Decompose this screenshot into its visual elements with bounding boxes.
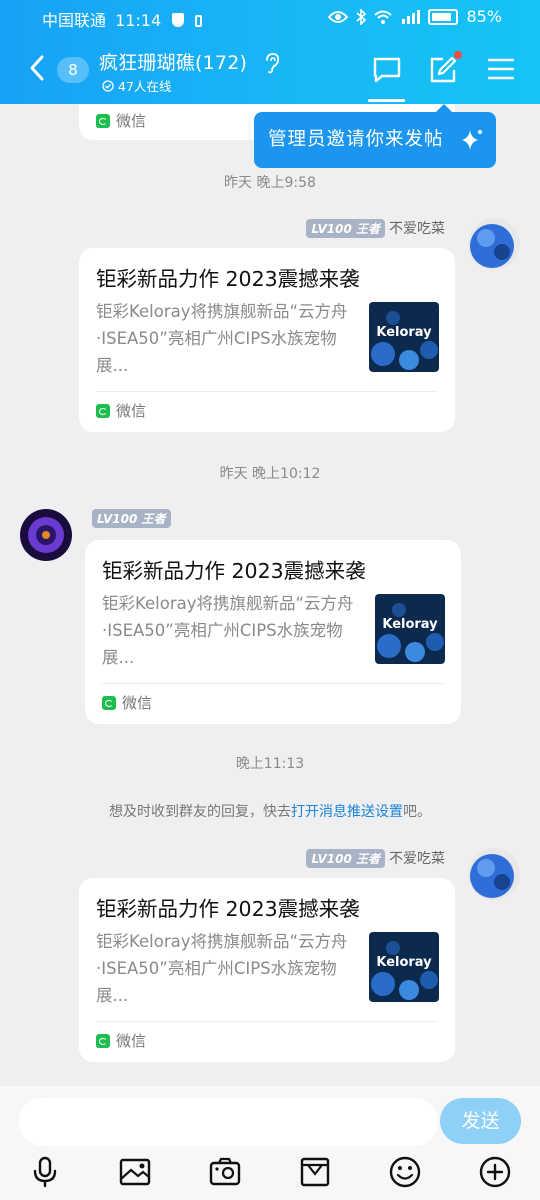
check-circle-icon [102,79,114,92]
sender-info: LV100 王者 [92,509,175,528]
wechat-icon [96,403,110,418]
battery-percent: 85% [466,7,502,26]
card-thumbnail: Keloray [369,932,439,1002]
level-badge: LV100 王者 [306,218,385,238]
new-post-dot [454,51,462,59]
link-card[interactable]: 钜彩新品力作 2023震撼来袭 钜彩Keloray将携旗舰新品“云方舟·ISEA… [79,878,455,1062]
level-badge: LV100 王者 [306,848,385,868]
group-title[interactable]: 疯狂珊瑚礁(172) [99,48,247,75]
card-divider [96,391,438,392]
battery-icon [428,8,459,25]
menu-icon[interactable] [488,56,514,82]
mailbox-icon[interactable] [298,1155,332,1189]
carrier: 中国联通 [42,11,107,30]
input-bar: 发送 [0,1086,540,1200]
wechat-icon [96,1033,110,1048]
link-card[interactable]: 钜彩新品力作 2023震撼来袭 钜彩Keloray将携旗舰新品“云方舟·ISEA… [79,248,455,432]
clock: 11:14 [115,11,162,30]
card-title: 钜彩新品力作 2023震撼来袭 [96,897,360,921]
emoji-icon[interactable] [388,1155,422,1189]
ear-icon[interactable] [262,52,282,74]
card-title: 钜彩新品力作 2023震撼来袭 [102,559,366,583]
status-left: 中国联通 11:14 [42,7,203,31]
unread-count-badge[interactable]: 8 [57,57,89,83]
card-source: 微信 [96,110,146,131]
edit-post-icon[interactable] [429,56,459,84]
status-bar: 中国联通 11:14 85% [0,7,540,31]
timestamp: 昨天 晚上10:12 [219,466,321,482]
bluetooth-icon [356,8,367,25]
chat-header: 中国联通 11:14 85% 8 疯狂珊瑚礁(172) 47人在线 [0,0,540,104]
sender-info: LV100 王者 不爱吃菜 [306,848,445,868]
source-label: 微信 [116,402,147,420]
timestamp: 昨天 晚上9:58 [224,175,316,191]
send-button[interactable]: 发送 [440,1098,521,1144]
plus-icon[interactable] [478,1155,512,1189]
avatar[interactable] [468,218,520,270]
svg-text:Keloray: Keloray [382,617,438,632]
card-description: 钜彩Keloray将携旗舰新品“云方舟·ISEA50”亮相广州CIPS水族宠物展… [96,932,348,1005]
sender-info: LV100 王者 不爱吃菜 [306,218,445,238]
card-thumbnail: Keloray [375,594,445,664]
card-divider [96,1021,438,1022]
nav-bar: 8 疯狂珊瑚礁(172) 47人在线 [0,40,540,96]
source-label: 微信 [116,1032,147,1050]
admin-invite-tooltip[interactable]: 管理员邀请你来发帖 [254,104,496,168]
lock-icon [195,15,203,27]
wechat-icon [96,113,110,128]
card-thumbnail: Keloray [369,302,439,372]
source-label: 微信 [116,112,147,130]
svg-text:Keloray: Keloray [376,325,432,340]
card-title: 钜彩新品力作 2023震撼来袭 [96,267,360,291]
source-label: 微信 [122,694,153,712]
card-source: 微信 [96,400,146,421]
card-divider [102,683,444,684]
svg-text:Keloray: Keloray [376,955,432,970]
wifi-icon [374,10,393,24]
image-icon[interactable] [118,1155,152,1189]
camera-icon[interactable] [208,1155,242,1189]
shield-icon [172,13,185,27]
push-notice: 想及时收到群友的回复，快去打开消息推送设置吧。 [0,801,540,821]
active-tab-indicator [368,99,405,102]
card-source: 微信 [102,692,152,713]
level-badge: LV100 王者 [92,509,171,528]
sparkle-icon [462,130,482,150]
message-input[interactable] [19,1098,438,1146]
online-status[interactable]: 47人在线 [102,76,171,95]
avatar[interactable] [20,509,72,561]
eye-icon [328,10,349,23]
notice-text: 想及时收到群友的回复，快去 [109,804,291,820]
push-settings-link[interactable]: 打开消息推送设置 [291,804,403,820]
card-description: 钜彩Keloray将携旗舰新品“云方舟·ISEA50”亮相广州CIPS水族宠物展… [102,594,354,667]
timestamp: 晚上11:13 [235,756,305,772]
card-description: 钜彩Keloray将携旗舰新品“云方舟·ISEA50”亮相广州CIPS水族宠物展… [96,302,348,375]
mic-icon[interactable] [28,1155,62,1189]
sender-name: 不爱吃菜 [389,221,445,237]
signal-icon [402,9,421,24]
online-count: 47人在线 [118,79,172,94]
status-right: 85% [328,7,502,26]
chat-area[interactable]: 微信 昨天 晚上9:58 LV100 王者 不爱吃菜 钜彩新品力作 2023震撼… [0,104,540,1086]
wechat-icon [102,695,116,710]
link-card[interactable]: 钜彩新品力作 2023震撼来袭 钜彩Keloray将携旗舰新品“云方舟·ISEA… [85,540,461,724]
notice-text-end: 吧。 [403,804,431,820]
sender-name: 不爱吃菜 [389,851,445,867]
card-source: 微信 [96,1030,146,1051]
avatar[interactable] [468,848,520,900]
chat-bubble-icon[interactable] [372,56,402,84]
tooltip-text: 管理员邀请你来发帖 [268,129,444,150]
back-arrow-icon[interactable] [28,54,46,82]
